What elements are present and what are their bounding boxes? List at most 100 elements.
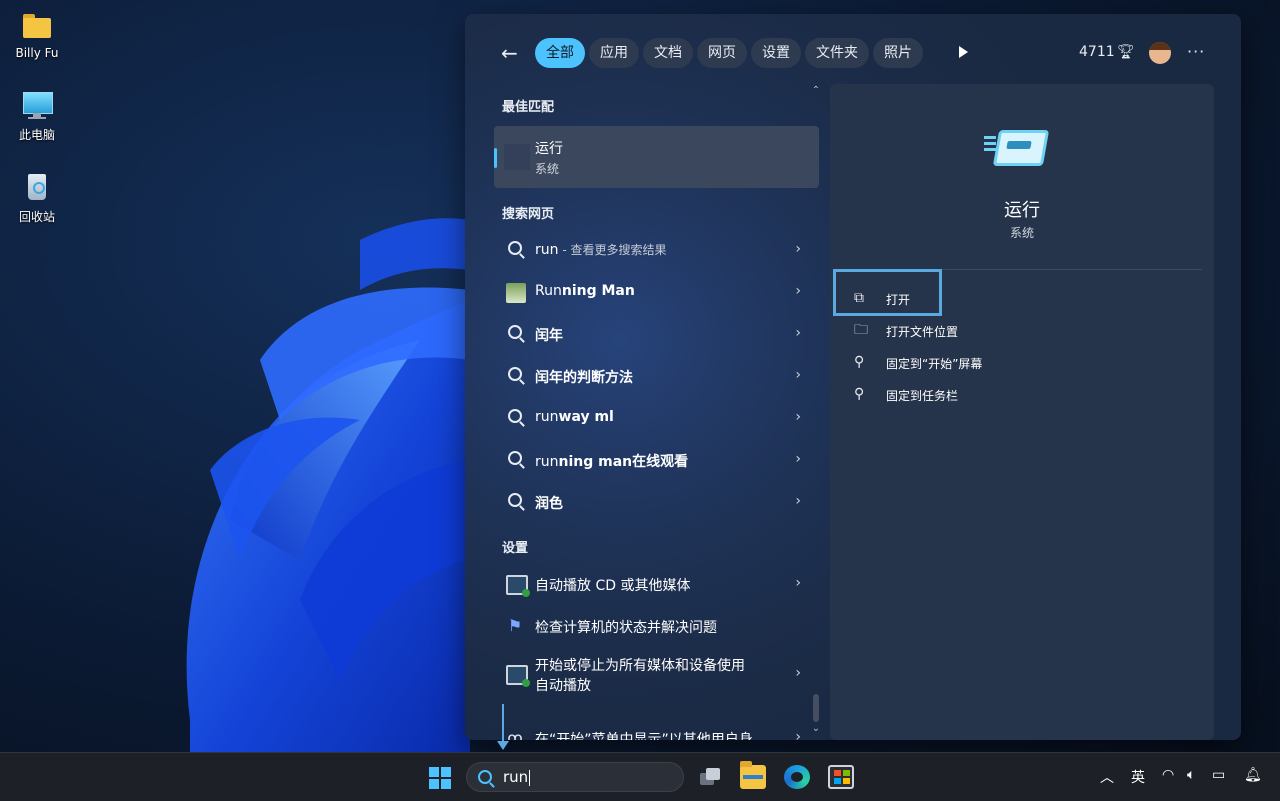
chevron-right-icon: › [795,493,801,509]
trophy-icon[interactable]: 🏆︎ [1117,44,1135,60]
desktop-icon-this-pc[interactable]: 此电脑 [8,90,66,143]
computer-icon [21,90,53,122]
chevron-right-icon: › [795,665,801,681]
filter-tabs: 全部 应用 文档 网页 设置 文件夹 照片 [535,38,923,68]
rewards-points: 4711 [1079,44,1115,60]
microsoft-store-icon[interactable] [828,765,854,789]
wifi-icon[interactable]: ◠ [1162,767,1174,783]
scroll-up-arrow-icon[interactable]: ⌃ [809,84,823,98]
flag-icon: ⚑ [507,616,523,635]
web-result-item[interactable]: runway ml › [494,398,819,438]
settings-result-item[interactable]: 自动播放 CD 或其他媒体 › [494,564,819,604]
taskbar-search-box[interactable]: run [466,762,684,792]
action-label: 打开 [886,293,911,307]
pin-icon: ⚲ [854,354,865,370]
avatar[interactable] [1149,42,1171,64]
search-icon [506,451,524,469]
web-result-item[interactable]: 润色 › [494,482,819,522]
settings-result-item[interactable]: ⚑ 检查计算机的状态并解决问题 [494,606,819,646]
input-method-indicator[interactable]: 英 [1131,767,1145,787]
taskbar: run ︿ 英 ◠ 🔈︎ ▭ 🔔︎ [0,752,1280,801]
tab-web[interactable]: 网页 [697,38,747,68]
section-heading-best-match: 最佳匹配 [502,100,555,115]
chevron-right-icon: › [795,283,801,299]
file-explorer-icon[interactable] [740,761,766,789]
action-label: 固定到任务栏 [886,389,959,403]
desktop-icon-billy-fu[interactable]: Billy Fu [8,10,66,60]
chevron-right-icon: › [795,241,801,257]
best-match-subtitle: 系统 [535,162,560,176]
web-result-item[interactable]: run - 查看更多搜索结果 › [494,230,819,270]
desktop-icon-recycle-bin[interactable]: 回收站 [8,172,66,225]
result-suffix: ning Man [561,283,635,299]
search-icon [506,241,524,259]
show-hidden-icons-chevron-icon[interactable]: ︿ [1100,767,1114,787]
chevron-right-icon: › [795,729,801,740]
task-view-icon[interactable] [698,765,724,789]
scrollbar-thumb[interactable] [813,694,819,722]
search-icon [506,325,524,343]
action-label: 固定到“开始”屏幕 [886,357,983,371]
selection-indicator [494,148,497,168]
open-external-icon: ⧉ [854,290,864,306]
text-caret [529,769,531,786]
result-prefix: run [535,454,559,470]
settings-result-item[interactable]: ꝏ 在“开始”菜单中显示”以其他用户身 › [494,718,819,740]
results-list: 最佳匹配 运行 系统 搜索网页 run - 查看更多搜索结果 › Running… [465,84,825,740]
chevron-right-icon: › [795,575,801,591]
section-heading-settings: 设置 [502,541,529,556]
chevron-right-icon: › [795,367,801,383]
chevron-right-icon: › [795,409,801,425]
desktop-icon-label: 此电脑 [18,128,55,142]
web-result-item[interactable]: running man在线观看 › [494,440,819,480]
search-icon [506,367,524,385]
search-panel-header: ← 全部 应用 文档 网页 设置 文件夹 照片 4711 🏆︎ ··· [465,14,1241,84]
taskbar-search-input[interactable]: run [503,768,531,786]
search-icon [506,493,524,511]
recycle-bin-icon [21,172,53,204]
result-prefix: run [535,409,559,425]
desktop-icon-label: 回收站 [18,210,55,224]
action-label: 打开文件位置 [886,325,959,339]
run-app-thumbnail-icon [504,144,530,170]
more-options-icon[interactable]: ··· [1187,42,1205,61]
autoplay-icon [506,665,530,687]
tab-all[interactable]: 全部 [535,38,585,68]
search-icon [506,409,524,427]
folder-open-icon: 🗀︎ [854,322,868,338]
edge-browser-icon[interactable] [784,765,810,789]
result-details-pane: 运行 系统 ⧉ 打开 🗀︎ 打开文件位置 ⚲ 固定到“开始”屏幕 ⚲ 固定到任务… [830,84,1214,740]
details-title: 运行 [1004,200,1040,221]
more-tabs-play-icon[interactable] [959,46,968,58]
details-subtitle: 系统 [1009,226,1034,240]
result-suffix: way ml [558,409,614,425]
tab-apps[interactable]: 应用 [589,38,639,68]
web-result-item[interactable]: 闰年的判断方法 › [494,356,819,396]
tab-folders[interactable]: 文件夹 [805,38,869,68]
result-hint: - 查看更多搜索结果 [558,243,667,257]
result-query: 闰年 [535,328,563,344]
tab-documents[interactable]: 文档 [643,38,693,68]
settings-result-item[interactable]: 开始或停止为所有媒体和设备使用 自动播放 › [494,650,819,698]
search-panel: ← 全部 应用 文档 网页 设置 文件夹 照片 4711 🏆︎ ··· 最佳匹配… [465,14,1241,740]
search-icon [478,770,492,784]
scroll-down-arrow-icon[interactable]: ⌄ [809,722,823,736]
speaker-icon[interactable]: 🔈︎ [1187,767,1195,783]
battery-icon[interactable]: ▭ [1212,767,1225,783]
web-result-item[interactable]: 闰年 › [494,314,819,354]
result-prefix: Run [535,283,562,299]
start-windows-icon[interactable] [429,767,451,789]
web-result-item[interactable]: Running Man › [494,272,819,312]
chevron-right-icon: › [795,451,801,467]
result-suffix: ning man在线观看 [558,454,689,470]
settings-result-label: 自动播放 CD 或其他媒体 [535,578,691,594]
settings-result-label: 检查计算机的状态并解决问题 [535,620,717,636]
best-match-item[interactable]: 运行 系统 [494,126,819,188]
notification-bell-icon[interactable]: 🔔︎ [1244,767,1262,783]
tab-photos[interactable]: 照片 [873,38,923,68]
autoplay-icon [506,575,530,597]
result-query: run [535,242,559,258]
back-arrow-icon[interactable]: ← [501,42,525,66]
user-icon: ꝏ [507,729,523,740]
tab-settings[interactable]: 设置 [751,38,801,68]
